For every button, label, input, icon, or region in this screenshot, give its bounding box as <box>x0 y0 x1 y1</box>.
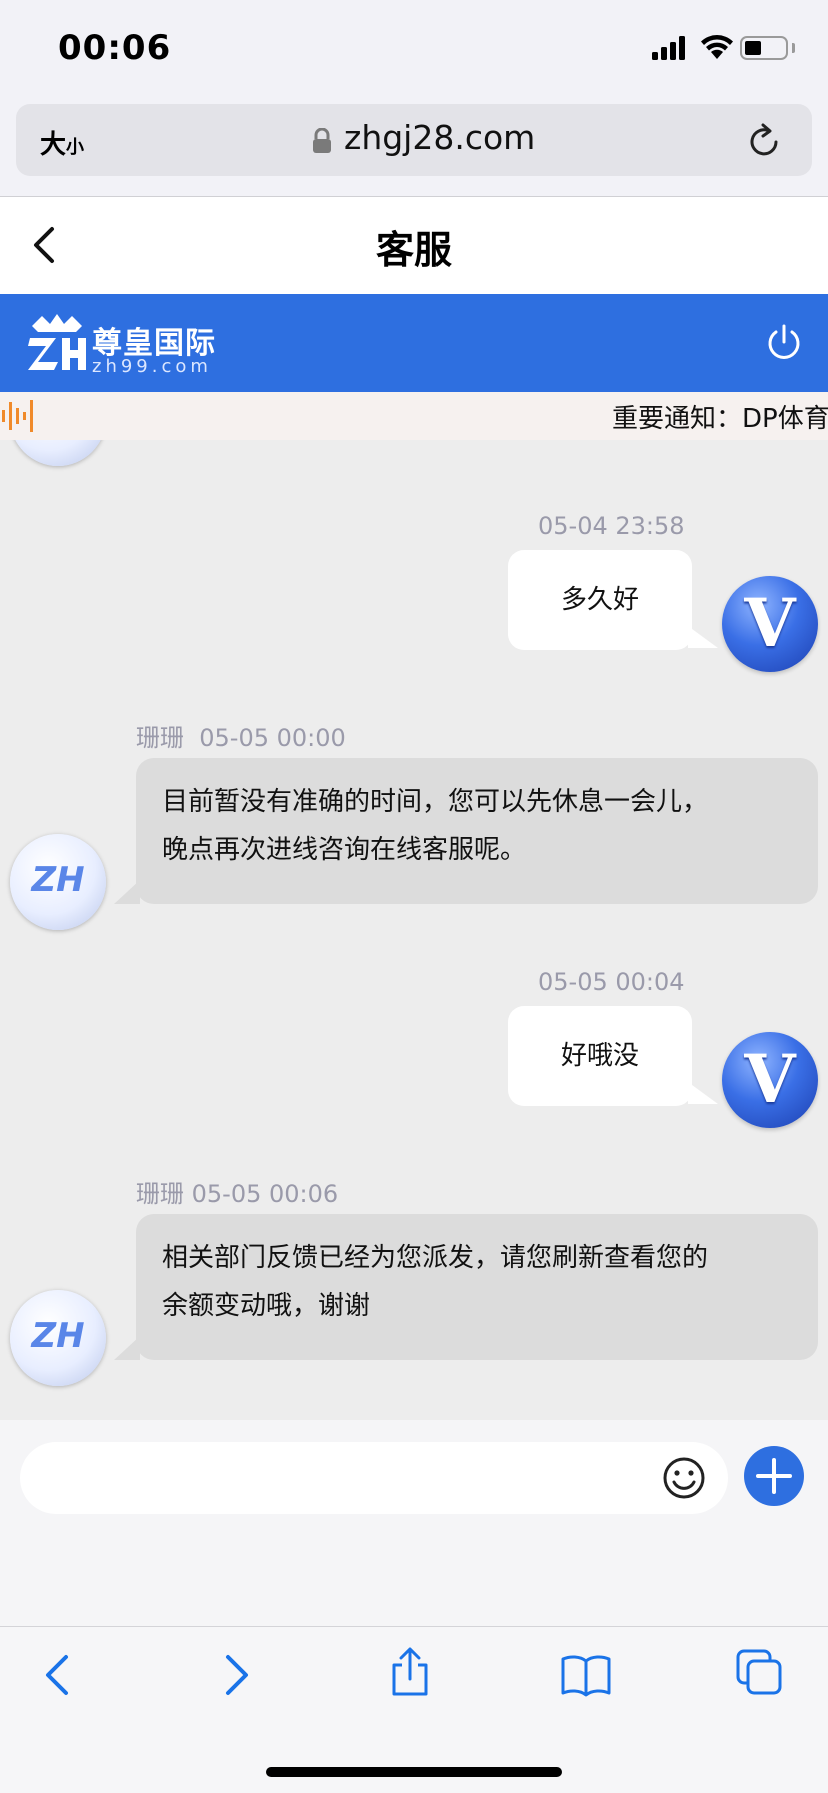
cellular-signal-icon <box>652 36 685 60</box>
bubble-tail <box>114 880 140 904</box>
message-sender: 珊珊 <box>136 1180 184 1208</box>
message-text: 多久好 <box>560 585 639 615</box>
message-text: 好哦没 <box>560 1041 639 1071</box>
wifi-icon <box>701 35 733 59</box>
bubble-tail <box>114 1336 140 1360</box>
share-icon[interactable] <box>388 1647 432 1697</box>
battery-cap <box>792 43 795 53</box>
incoming-message-bubble: 目前暂没有准确的时间，您可以先休息一会儿， 晚点再次进线咨询在线客服呢。 <box>136 758 818 904</box>
agent-avatar <box>10 440 106 466</box>
power-icon[interactable] <box>766 324 802 362</box>
battery-level <box>745 41 761 55</box>
agent-avatar-letters: ZH <box>31 1316 85 1356</box>
message-line: 相关部门反馈已经为您派发，请您刷新查看您的 <box>162 1243 709 1273</box>
page-title: 客服 <box>375 228 452 272</box>
agent-avatar: ZH <box>10 1290 106 1386</box>
battery-icon <box>740 36 788 60</box>
notice-text: 重要通知：DP体育 <box>612 404 828 434</box>
brand-bar: 尊皇国际 zh99.com <box>0 294 828 392</box>
text-size-small: 小 <box>66 137 85 158</box>
outgoing-message-bubble: 好哦没 <box>508 1006 692 1106</box>
notice-bar: 重要通知：DP体育 <box>0 392 828 440</box>
browser-toolbar <box>0 1626 828 1793</box>
message-line: 余额变动哦，谢谢 <box>162 1291 371 1321</box>
toolbar-back-icon[interactable] <box>42 1653 72 1697</box>
message-line: 目前暂没有准确的时间，您可以先休息一会儿， <box>162 787 709 817</box>
user-avatar[interactable]: V <box>722 1032 818 1128</box>
tabs-icon[interactable] <box>736 1649 784 1697</box>
message-sender-time: 珊珊 05-05 00:00 <box>136 718 346 753</box>
status-bar: 00:06 <box>0 0 828 100</box>
message-time: 05-05 00:04 <box>538 968 685 996</box>
plus-button[interactable] <box>744 1446 804 1506</box>
agent-avatar-letters: ZH <box>31 860 85 900</box>
user-avatar[interactable]: V <box>722 576 818 672</box>
home-indicator[interactable] <box>266 1767 562 1777</box>
toolbar-forward-icon[interactable] <box>222 1653 252 1697</box>
bubble-tail <box>688 626 718 648</box>
incoming-message-bubble: 相关部门反馈已经为您派发，请您刷新查看您的 余额变动哦，谢谢 <box>136 1214 818 1360</box>
outgoing-message-bubble: 多久好 <box>508 550 692 650</box>
plus-icon <box>756 1458 792 1494</box>
lock-icon <box>313 128 331 153</box>
text-size-button[interactable]: 大小 <box>40 124 84 161</box>
address-bar[interactable]: 大小 zhgj28.com <box>16 104 812 176</box>
message-input-bar <box>0 1420 828 1626</box>
page-header: 客服 <box>0 196 828 295</box>
user-avatar-letter: V <box>744 584 796 662</box>
bookmarks-icon[interactable] <box>560 1653 612 1697</box>
user-avatar-letter: V <box>744 1040 796 1118</box>
text-size-big: 大 <box>40 130 67 160</box>
reload-icon[interactable] <box>748 122 782 158</box>
message-input[interactable] <box>20 1442 728 1514</box>
message-sender-time: 珊珊 05-05 00:06 <box>136 1174 338 1209</box>
emoji-icon[interactable] <box>662 1456 706 1500</box>
message-time: 05-04 23:58 <box>538 512 685 540</box>
brand-logo-icon <box>28 314 86 370</box>
message-line: 晚点再次进线咨询在线客服呢。 <box>162 835 527 865</box>
speaker-icon <box>2 400 33 432</box>
message-sender: 珊珊 <box>136 724 184 752</box>
brand-domain: zh99.com <box>92 356 212 377</box>
chat-area[interactable]: 05-04 23:58 多久好 V 珊珊 05-05 00:00 目前暂没有准确… <box>0 440 828 1420</box>
url-text: zhgj28.com <box>344 118 536 157</box>
message-time: 05-05 00:00 <box>199 724 346 752</box>
status-time: 00:06 <box>58 28 172 68</box>
message-time: 05-05 00:06 <box>191 1180 339 1208</box>
bubble-tail <box>688 1082 718 1104</box>
agent-avatar: ZH <box>10 834 106 930</box>
